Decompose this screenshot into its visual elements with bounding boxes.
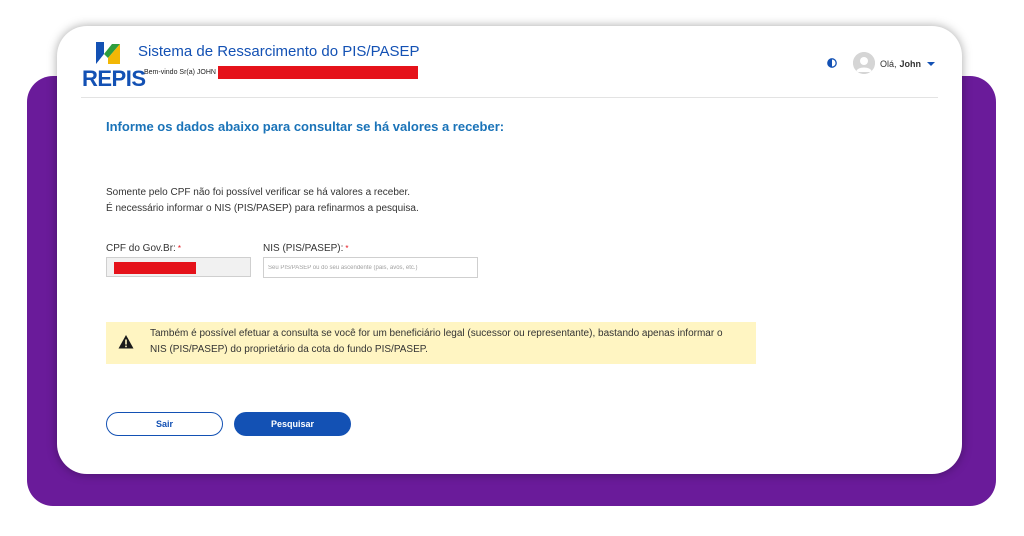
- cpf-field: [106, 257, 251, 277]
- required-mark: *: [177, 244, 181, 253]
- required-mark: *: [345, 244, 349, 253]
- page-title: Informe os dados abaixo para consultar s…: [106, 119, 505, 134]
- chevron-down-icon: [927, 62, 936, 66]
- user-avatar-icon: [853, 52, 875, 74]
- info-text-2: É necessário informar o NIS (PIS/PASEP) …: [106, 203, 419, 214]
- repis-logo[interactable]: REPIS: [82, 40, 146, 91]
- user-menu[interactable]: Olá, John: [880, 59, 936, 69]
- contrast-icon[interactable]: [827, 58, 837, 68]
- header-divider: [81, 97, 938, 98]
- redacted-name: [217, 66, 418, 79]
- warning-alert: Também é possível efetuar a consulta se …: [106, 322, 756, 364]
- welcome-text: Bem-vindo Sr(a) JOHN: [144, 69, 216, 76]
- nis-label-text: NIS (PIS/PASEP):: [263, 243, 344, 254]
- system-title: Sistema de Ressarcimento do PIS/PASEP: [138, 43, 420, 60]
- cpf-label: CPF do Gov.Br: *: [106, 243, 181, 254]
- welcome-message: Bem-vindo Sr(a) JOHN: [144, 66, 418, 79]
- exit-button[interactable]: Sair: [106, 412, 223, 436]
- greeting-text: Olá,: [880, 59, 897, 69]
- redacted-cpf: [114, 262, 196, 274]
- repis-logo-mark: [96, 42, 120, 64]
- info-text-1: Somente pelo CPF não foi possível verifi…: [106, 187, 411, 198]
- logo-text: REPIS: [82, 66, 146, 91]
- user-avatar[interactable]: [853, 52, 875, 74]
- nis-label: NIS (PIS/PASEP): *: [263, 243, 349, 254]
- app-window: REPIS Sistema de Ressarcimento do PIS/PA…: [57, 26, 962, 474]
- user-name: John: [899, 59, 922, 69]
- cpf-label-text: CPF do Gov.Br:: [106, 243, 176, 254]
- header: REPIS Sistema de Ressarcimento do PIS/PA…: [57, 26, 962, 98]
- search-button[interactable]: Pesquisar: [234, 412, 351, 436]
- nis-field[interactable]: [263, 257, 478, 278]
- alert-text-2: NIS (PIS/PASEP) do proprietário da cota …: [150, 344, 428, 355]
- alert-text-1: Também é possível efetuar a consulta se …: [150, 328, 723, 339]
- warning-icon: [118, 335, 134, 349]
